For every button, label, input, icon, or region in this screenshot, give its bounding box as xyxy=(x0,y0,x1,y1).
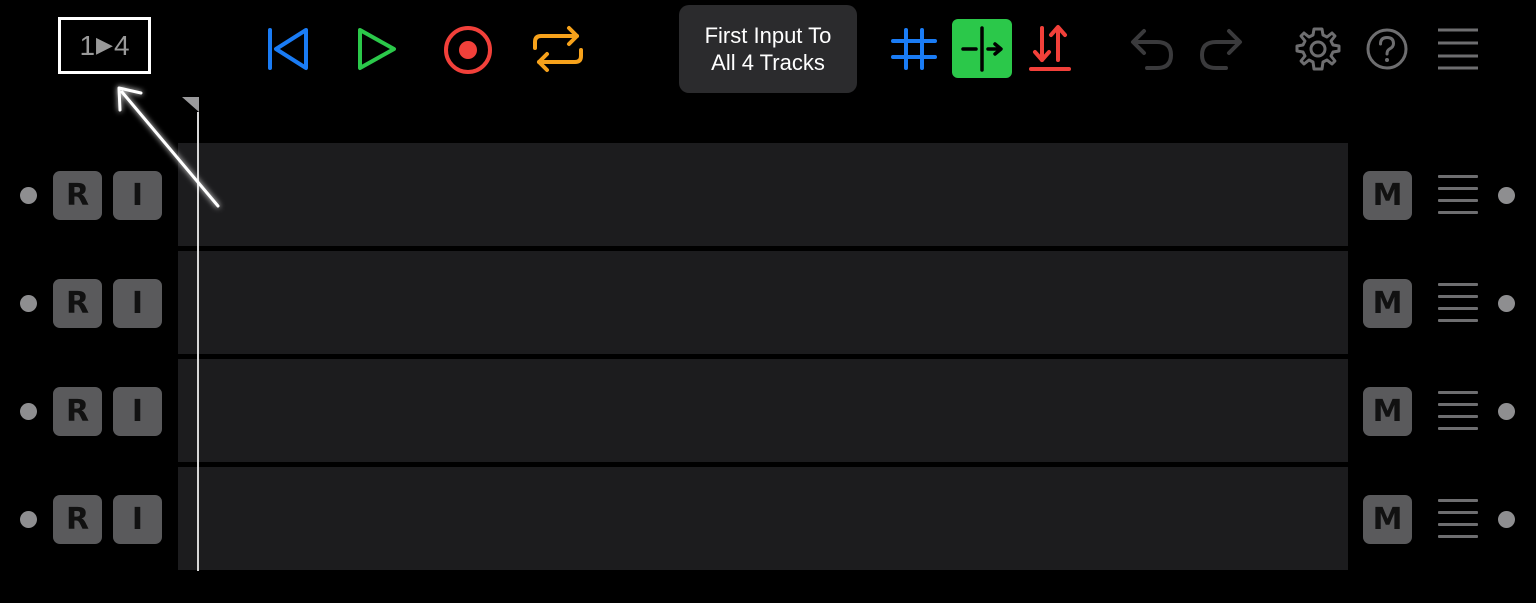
tooltip-line-2: All 4 Tracks xyxy=(711,50,825,75)
track-3-input-monitor-button[interactable]: I xyxy=(113,387,162,436)
track-2-input-dot xyxy=(20,295,37,312)
play-icon xyxy=(358,28,396,70)
track-2-output-dot xyxy=(1498,295,1515,312)
gear-icon xyxy=(1295,27,1341,71)
track-4-record-arm-button[interactable]: R xyxy=(53,495,102,544)
playhead-marker-icon[interactable] xyxy=(182,97,200,113)
sort-button[interactable] xyxy=(1027,22,1073,74)
track-2-record-arm-button[interactable]: R xyxy=(53,279,102,328)
help-button[interactable] xyxy=(1365,27,1409,71)
tooltip: First Input To All 4 Tracks xyxy=(679,5,857,93)
track-4-menu-icon[interactable] xyxy=(1438,499,1480,539)
routing-arrow-glyph: ▶ xyxy=(96,31,113,57)
rewind-button[interactable] xyxy=(262,24,312,74)
play-button[interactable] xyxy=(352,24,402,74)
track-3-output-dot xyxy=(1498,403,1515,420)
track-2-mute-button[interactable]: M xyxy=(1363,279,1412,328)
playhead-line[interactable] xyxy=(197,112,199,571)
track-4-input-monitor-button[interactable]: I xyxy=(113,495,162,544)
undo-icon xyxy=(1131,29,1173,70)
redo-icon xyxy=(1200,29,1242,70)
track-1-input-dot xyxy=(20,187,37,204)
track-1-menu-icon[interactable] xyxy=(1438,175,1480,215)
skip-to-start-icon xyxy=(268,28,308,70)
split-button[interactable] xyxy=(952,19,1012,78)
sort-icon xyxy=(1029,25,1071,71)
track-3-record-arm-button[interactable]: R xyxy=(53,387,102,436)
loop-button[interactable] xyxy=(529,24,587,74)
record-icon xyxy=(444,26,492,74)
track-3-input-dot xyxy=(20,403,37,420)
record-button[interactable] xyxy=(441,23,495,77)
track-lane-2[interactable] xyxy=(178,251,1348,354)
track-4-input-dot xyxy=(20,511,37,528)
loop-icon xyxy=(533,26,583,72)
help-icon xyxy=(1366,28,1408,70)
hamburger-menu-icon xyxy=(1438,28,1478,70)
app-window: 1 ▶ 4 First Input To All 4 Tracks R I M … xyxy=(0,0,1536,603)
track-1-mute-button[interactable]: M xyxy=(1363,171,1412,220)
settings-button[interactable] xyxy=(1294,25,1342,73)
track-1-record-arm-button[interactable]: R xyxy=(53,171,102,220)
undo-button[interactable] xyxy=(1127,26,1177,72)
track-4-output-dot xyxy=(1498,511,1515,528)
tooltip-line-1: First Input To xyxy=(704,23,832,48)
grid-icon xyxy=(891,28,937,70)
track-2-menu-icon[interactable] xyxy=(1438,283,1480,323)
split-icon xyxy=(961,25,1003,72)
input-routing-button[interactable]: 1 ▶ 4 xyxy=(58,17,151,74)
main-menu-button[interactable] xyxy=(1436,27,1480,71)
routing-to-label: 4 xyxy=(113,29,130,61)
track-2-input-monitor-button[interactable]: I xyxy=(113,279,162,328)
grid-button[interactable] xyxy=(889,24,939,74)
track-1-input-monitor-button[interactable]: I xyxy=(113,171,162,220)
track-3-menu-icon[interactable] xyxy=(1438,391,1480,431)
track-lane-4[interactable] xyxy=(178,467,1348,570)
track-4-mute-button[interactable]: M xyxy=(1363,495,1412,544)
track-lane-1[interactable] xyxy=(178,143,1348,246)
redo-button[interactable] xyxy=(1196,26,1246,72)
routing-from-label: 1 xyxy=(79,29,96,61)
track-1-output-dot xyxy=(1498,187,1515,204)
track-3-mute-button[interactable]: M xyxy=(1363,387,1412,436)
track-lane-3[interactable] xyxy=(178,359,1348,462)
